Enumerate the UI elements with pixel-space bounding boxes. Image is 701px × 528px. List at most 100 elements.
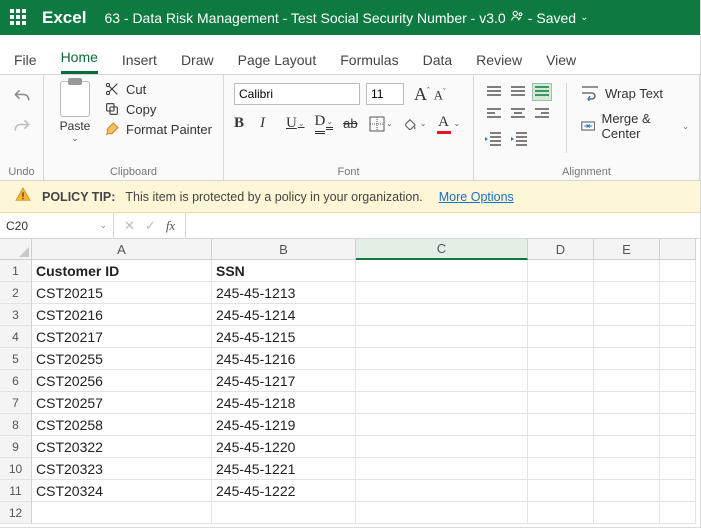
cut-button[interactable]: Cut [104,81,212,97]
chevron-down-icon[interactable]: ⌄ [580,12,588,23]
column-header-B[interactable]: B [212,239,356,260]
cell[interactable]: 245-45-1220 [212,436,356,458]
formula-input[interactable] [186,213,700,238]
bold-button[interactable]: B [234,115,250,132]
cell[interactable] [660,370,696,392]
cell[interactable] [660,304,696,326]
italic-button[interactable]: I [260,115,276,132]
cell[interactable]: 245-45-1219 [212,414,356,436]
cell[interactable] [660,414,696,436]
strikethrough-button[interactable]: ab [343,116,359,131]
cell[interactable]: Customer ID [32,260,212,282]
decrease-indent-button[interactable] [484,131,502,150]
font-size-input[interactable] [366,83,404,105]
underline-button[interactable]: U⌄ [286,115,305,132]
accept-formula-button[interactable]: ✓ [145,218,156,234]
row-header[interactable]: 2 [0,282,32,304]
borders-button[interactable]: ⌄ [369,116,393,132]
name-box[interactable]: C20 ⌄ [0,213,114,238]
row-header[interactable]: 5 [0,348,32,370]
tab-formulas[interactable]: Formulas [340,52,398,74]
cell[interactable] [594,326,660,348]
tab-page-layout[interactable]: Page Layout [238,52,317,74]
cell[interactable]: SSN [212,260,356,282]
undo-button[interactable] [10,85,34,109]
cell[interactable] [594,458,660,480]
align-top-right[interactable] [532,83,552,101]
align-left[interactable] [484,105,504,123]
cell[interactable]: CST20324 [32,480,212,502]
cell[interactable] [660,502,696,524]
cell[interactable] [528,436,594,458]
cell[interactable]: 245-45-1216 [212,348,356,370]
row-header[interactable]: 1 [0,260,32,282]
format-painter-button[interactable]: Format Painter [104,121,212,137]
chevron-down-icon[interactable]: ⌄ [99,220,107,231]
redo-button[interactable] [10,115,34,139]
cell[interactable] [660,392,696,414]
cell[interactable]: CST20322 [32,436,212,458]
cell[interactable]: CST20323 [32,458,212,480]
cell[interactable] [528,414,594,436]
row-header[interactable]: 7 [0,392,32,414]
increase-indent-button[interactable] [510,131,528,150]
cell[interactable] [528,392,594,414]
cell[interactable] [594,260,660,282]
cell[interactable] [528,260,594,282]
tab-view[interactable]: View [546,52,576,74]
cell[interactable] [594,436,660,458]
cell[interactable] [356,326,528,348]
document-title[interactable]: 63 - Data Risk Management - Test Social … [104,9,588,26]
cell[interactable]: 245-45-1217 [212,370,356,392]
select-all-corner[interactable] [0,239,32,260]
merge-center-button[interactable]: Merge & Center ⌄ [581,111,689,141]
row-header[interactable]: 11 [0,480,32,502]
cell[interactable]: CST20217 [32,326,212,348]
row-header[interactable]: 6 [0,370,32,392]
row-header[interactable]: 3 [0,304,32,326]
fx-icon[interactable]: fx [166,218,175,234]
cell[interactable]: 245-45-1215 [212,326,356,348]
tab-draw[interactable]: Draw [181,52,214,74]
column-header-A[interactable]: A [32,239,212,260]
cell[interactable]: CST20258 [32,414,212,436]
row-header[interactable]: 10 [0,458,32,480]
cell[interactable]: 245-45-1213 [212,282,356,304]
paste-button[interactable]: Paste ⌄ [52,79,98,144]
cell[interactable] [528,304,594,326]
fill-color-button[interactable]: ⌄ [403,118,427,130]
policy-more-link[interactable]: More Options [439,190,514,204]
cancel-formula-button[interactable]: ✕ [124,218,135,234]
cell[interactable]: CST20255 [32,348,212,370]
cell[interactable] [356,282,528,304]
cell[interactable] [660,326,696,348]
copy-button[interactable]: Copy [104,101,212,117]
cell[interactable] [660,260,696,282]
cell[interactable] [356,260,528,282]
cell[interactable] [356,458,528,480]
cell[interactable] [594,392,660,414]
cell[interactable]: 245-45-1214 [212,304,356,326]
cell[interactable] [356,304,528,326]
cell[interactable] [660,458,696,480]
cell[interactable] [528,282,594,304]
cell[interactable]: CST20257 [32,392,212,414]
align-center[interactable] [508,105,528,123]
cell[interactable] [356,436,528,458]
cell[interactable] [594,282,660,304]
font-name-input[interactable] [234,83,360,105]
cell[interactable] [32,502,212,524]
cell[interactable]: CST20256 [32,370,212,392]
font-color-button[interactable]: A⌄ [437,114,461,134]
cell[interactable] [594,348,660,370]
cell[interactable] [528,348,594,370]
cell[interactable] [594,502,660,524]
cell[interactable] [594,414,660,436]
cell[interactable] [528,480,594,502]
row-header[interactable]: 4 [0,326,32,348]
row-header[interactable]: 9 [0,436,32,458]
cell[interactable] [594,480,660,502]
cell[interactable] [660,348,696,370]
column-header-C[interactable]: C [356,239,528,260]
cell[interactable] [356,414,528,436]
